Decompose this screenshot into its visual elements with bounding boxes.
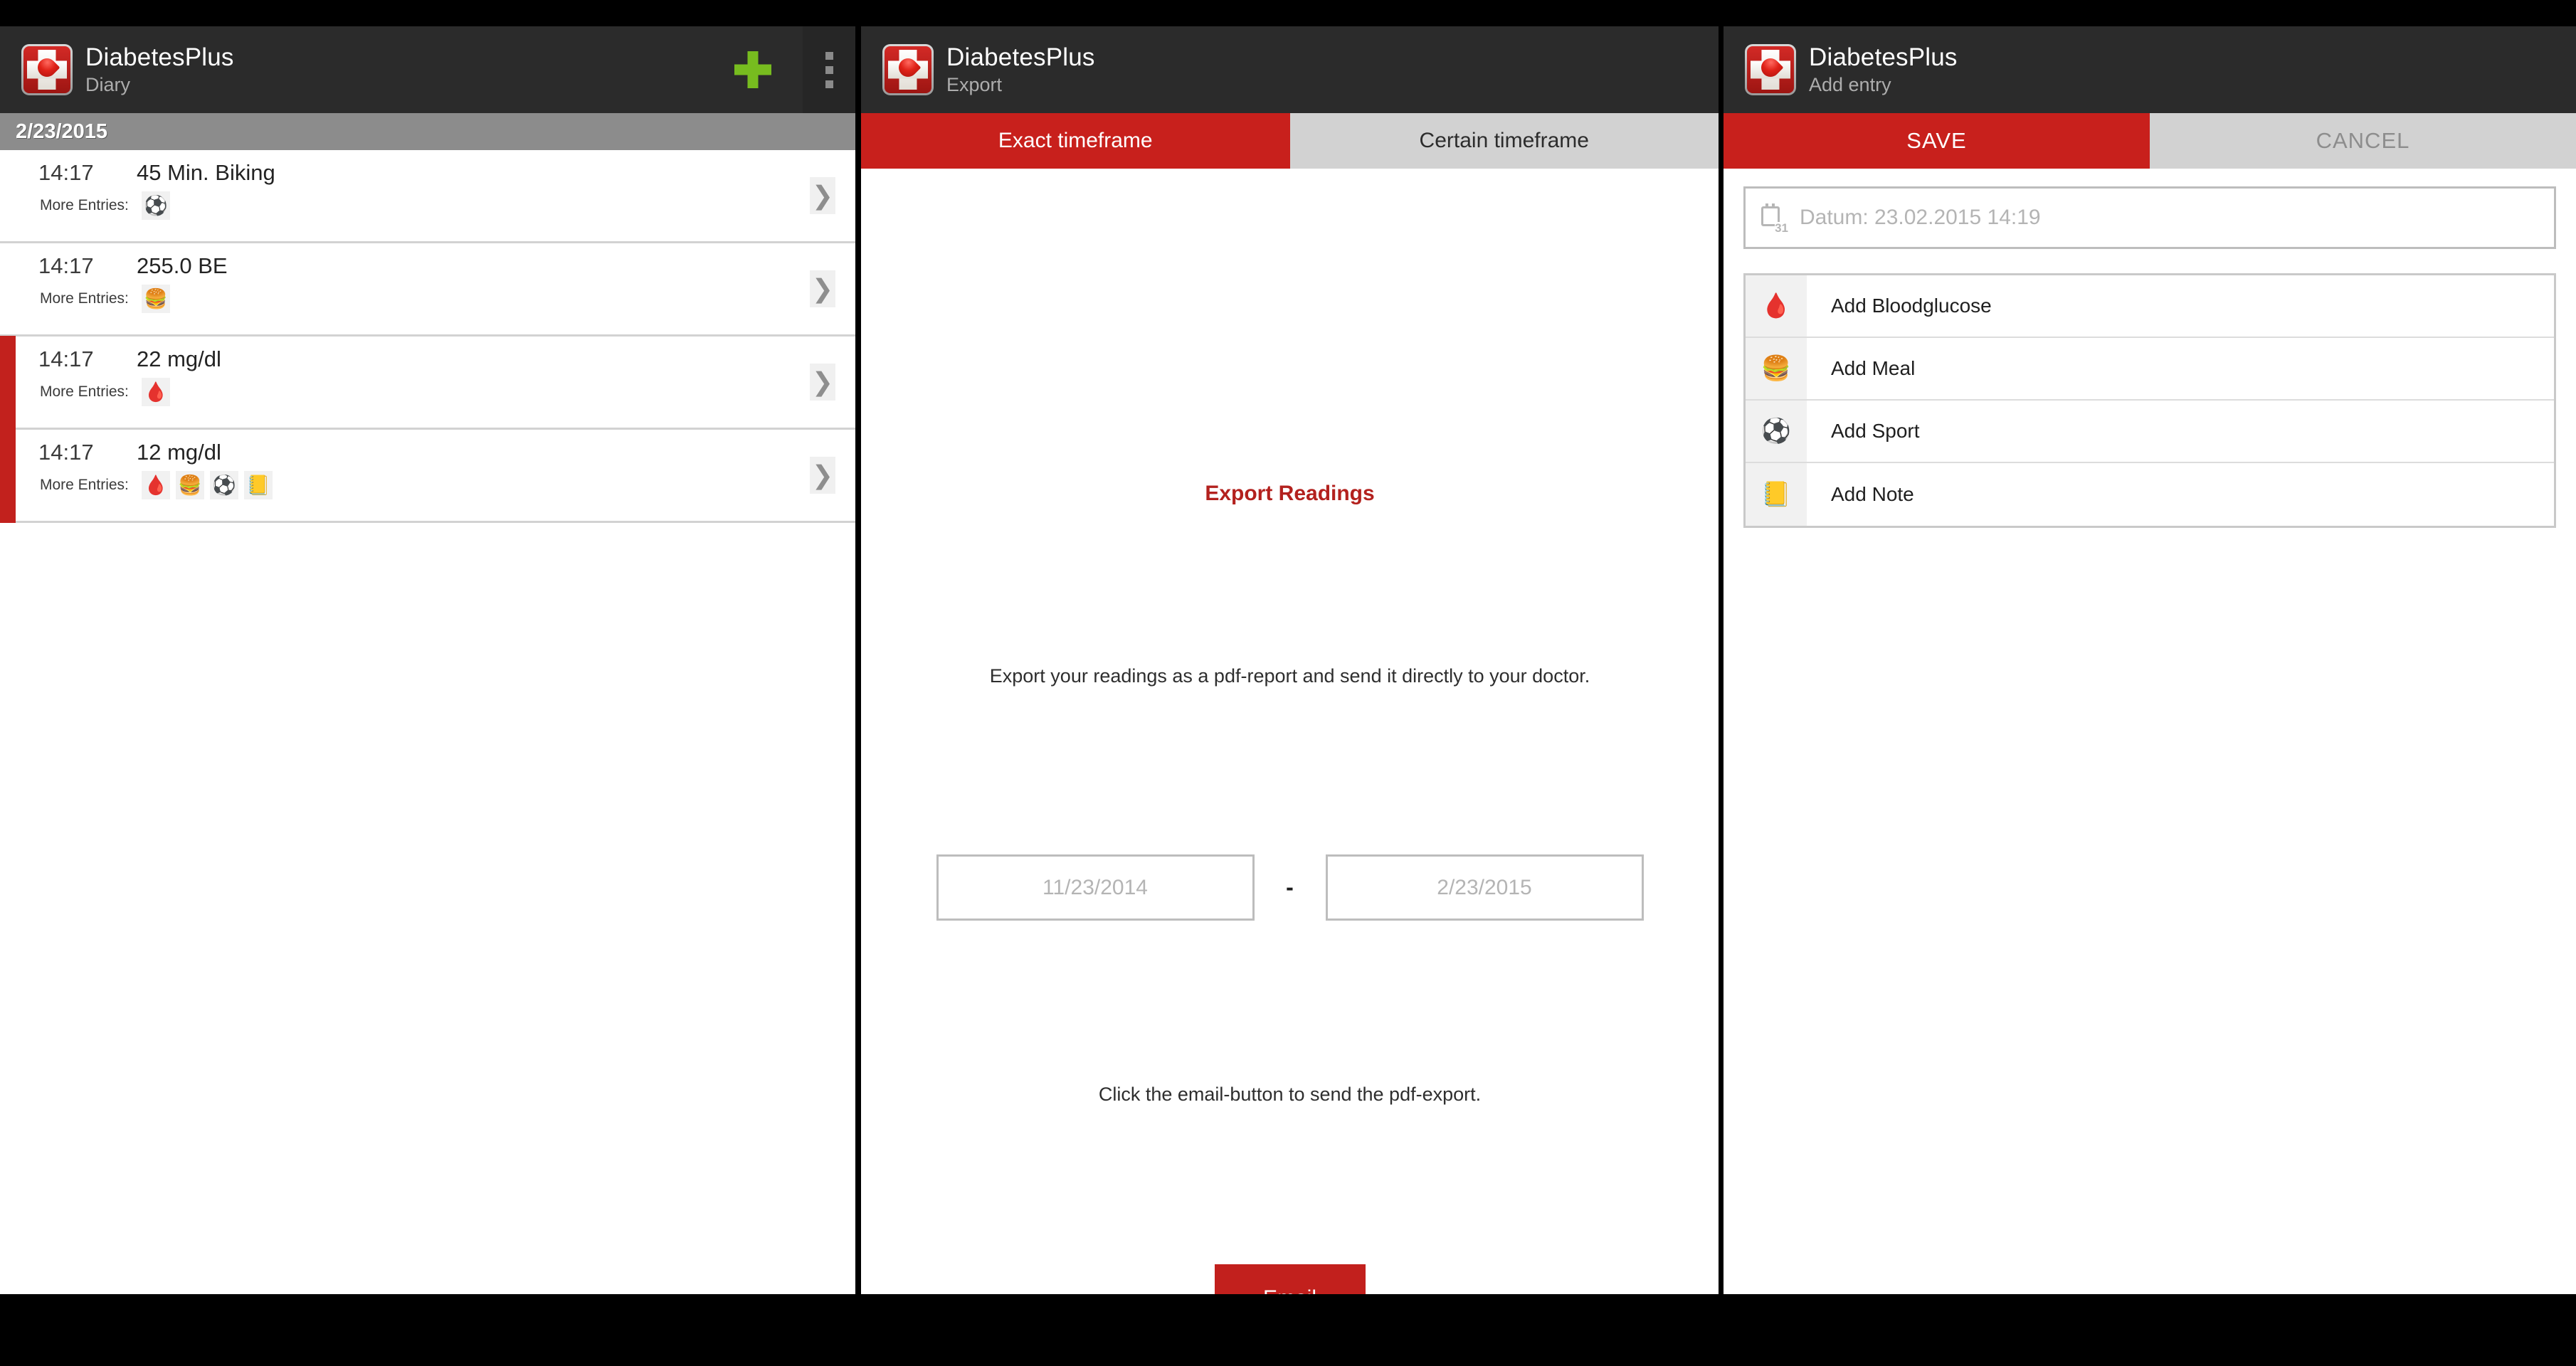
panel-add-entry: DiabetesPlus Add entry SAVE CANCEL 31 Da… — [1724, 26, 2576, 1294]
bloodglucose-icon: 🩸 — [141, 471, 170, 499]
chevron-right-icon[interactable]: ❯ — [810, 364, 835, 401]
note-icon: 📒 — [1746, 463, 1807, 526]
add-entry-options-list: 🩸 Add Bloodglucose 🍔 Add Meal ⚽ Add Sport 📒 Add… — [1743, 273, 2556, 528]
note-icon: 📒 — [243, 471, 273, 499]
diary-date-label: 2/23/2015 — [16, 120, 108, 143]
export-hint: Click the email-button to send the pdf-e… — [1098, 1084, 1482, 1105]
diary-subtitle: Diary — [85, 73, 131, 95]
add-entry-option[interactable]: 🩸 Add Bloodglucose — [1746, 275, 2554, 338]
add-entry-option-label: Add Bloodglucose — [1831, 295, 1992, 317]
chevron-right-icon[interactable]: ❯ — [810, 177, 835, 214]
more-entries-label: More Entries: — [40, 383, 129, 400]
entry-value: 45 Min. Biking — [137, 160, 275, 185]
bloodglucose-icon: 🩸 — [141, 378, 170, 406]
app-logo-icon — [1745, 44, 1796, 95]
diary-entry-row[interactable]: 14:17 45 Min. Biking More Entries: ⚽ ❯ — [0, 150, 855, 243]
email-button[interactable]: Email — [1214, 1264, 1366, 1294]
diary-entry-row[interactable]: 14:17 12 mg/dl More Entries: 🩸 🍔 ⚽ 📒 ❯ — [0, 429, 855, 523]
save-button[interactable]: SAVE — [1724, 113, 2150, 169]
panel-export: DiabetesPlus Export Exact timeframe Cert… — [861, 26, 1719, 1294]
add-entry-option-label: Add Sport — [1831, 420, 1920, 442]
add-entry-option[interactable]: ⚽ Add Sport — [1746, 401, 2554, 463]
app-logo-icon — [882, 44, 934, 95]
screenshot-root: DiabetesPlus Diary 2/23/2015 14:17 45 Min… — [0, 0, 2576, 1366]
tab-certain-timeframe[interactable]: Certain timeframe — [1289, 113, 1719, 169]
more-entries-label: More Entries: — [40, 477, 129, 493]
app-title: DiabetesPlus — [946, 43, 1095, 71]
datum-field[interactable]: 31 Datum: 23.02.2015 14:19 — [1743, 186, 2556, 249]
calendar-day-label: 31 — [1775, 221, 1788, 235]
add-entry-title-block: DiabetesPlus Add entry — [1809, 43, 1958, 95]
entry-value: 22 mg/dl — [137, 346, 221, 371]
sport-icon: ⚽ — [141, 191, 170, 220]
sport-icon: ⚽ — [209, 471, 238, 499]
export-body: Export Readings Export your readings as … — [861, 169, 1719, 1294]
export-tab-bar: Exact timeframe Certain timeframe — [861, 113, 1719, 169]
plus-icon[interactable] — [734, 51, 771, 88]
chevron-right-icon[interactable]: ❯ — [810, 457, 835, 494]
entry-time: 14:17 — [38, 253, 94, 278]
entry-value: 12 mg/dl — [137, 440, 221, 465]
add-entry-subtitle: Add entry — [1809, 73, 1891, 95]
date-range-separator: - — [1286, 874, 1294, 900]
add-entry-option[interactable]: 📒 Add Note — [1746, 463, 2554, 526]
entry-time: 14:17 — [38, 440, 94, 465]
overflow-menu-icon[interactable] — [803, 26, 855, 113]
add-entry-option-label: Add Note — [1831, 483, 1914, 505]
add-entry-body: 31 Datum: 23.02.2015 14:19 🩸 Add Bloodglu… — [1724, 169, 2576, 1294]
export-subtitle: Export — [946, 73, 1003, 95]
bloodglucose-icon: 🩸 — [1746, 275, 1807, 337]
meal-icon: 🍔 — [1746, 338, 1807, 399]
entry-time: 14:17 — [38, 160, 94, 185]
diary-action-bar: DiabetesPlus Diary — [0, 26, 855, 113]
add-entry-option-label: Add Meal — [1831, 357, 1916, 379]
chevron-right-icon[interactable]: ❯ — [810, 270, 835, 307]
app-title: DiabetesPlus — [1809, 43, 1958, 71]
add-entry-button-bar: SAVE CANCEL — [1724, 113, 2576, 169]
add-entry-option[interactable]: 🍔 Add Meal — [1746, 338, 2554, 401]
meal-icon: 🍔 — [141, 285, 170, 313]
diary-entry-row[interactable]: 14:17 22 mg/dl More Entries: 🩸 ❯ — [0, 336, 855, 430]
more-entries-label: More Entries: — [40, 197, 129, 213]
tab-exact-timeframe[interactable]: Exact timeframe — [861, 113, 1290, 169]
more-entries-label: More Entries: — [40, 290, 129, 307]
datum-value: Datum: 23.02.2015 14:19 — [1800, 206, 2041, 229]
cancel-button[interactable]: CANCEL — [2150, 113, 2576, 169]
export-action-bar: DiabetesPlus Export — [861, 26, 1719, 113]
export-date-range: 11/23/2014 - 2/23/2015 — [861, 854, 1719, 921]
app-title: DiabetesPlus — [85, 43, 234, 71]
diary-title-block: DiabetesPlus Diary — [85, 43, 234, 95]
entry-time: 14:17 — [38, 346, 94, 371]
add-entry-action-bar: DiabetesPlus Add entry — [1724, 26, 2576, 113]
export-heading: Export Readings — [1205, 482, 1375, 505]
sport-icon: ⚽ — [1746, 401, 1807, 462]
panel-diary: DiabetesPlus Diary 2/23/2015 14:17 45 Min… — [0, 26, 855, 1294]
diary-date-header: 2/23/2015 — [0, 113, 855, 150]
export-date-from-input[interactable]: 11/23/2014 — [936, 854, 1255, 921]
export-title-block: DiabetesPlus Export — [946, 43, 1095, 95]
meal-icon: 🍔 — [175, 471, 204, 499]
diary-entry-row[interactable]: 14:17 255.0 BE More Entries: 🍔 ❯ — [0, 243, 855, 337]
app-logo-icon — [21, 44, 73, 95]
export-date-to-input[interactable]: 2/23/2015 — [1325, 854, 1644, 921]
export-description: Export your readings as a pdf-report and… — [989, 665, 1590, 687]
entry-value: 255.0 BE — [137, 253, 228, 278]
diary-entry-list: 14:17 45 Min. Biking More Entries: ⚽ ❯ 14:17 2… — [0, 150, 855, 523]
calendar-icon: 31 — [1760, 203, 1788, 235]
